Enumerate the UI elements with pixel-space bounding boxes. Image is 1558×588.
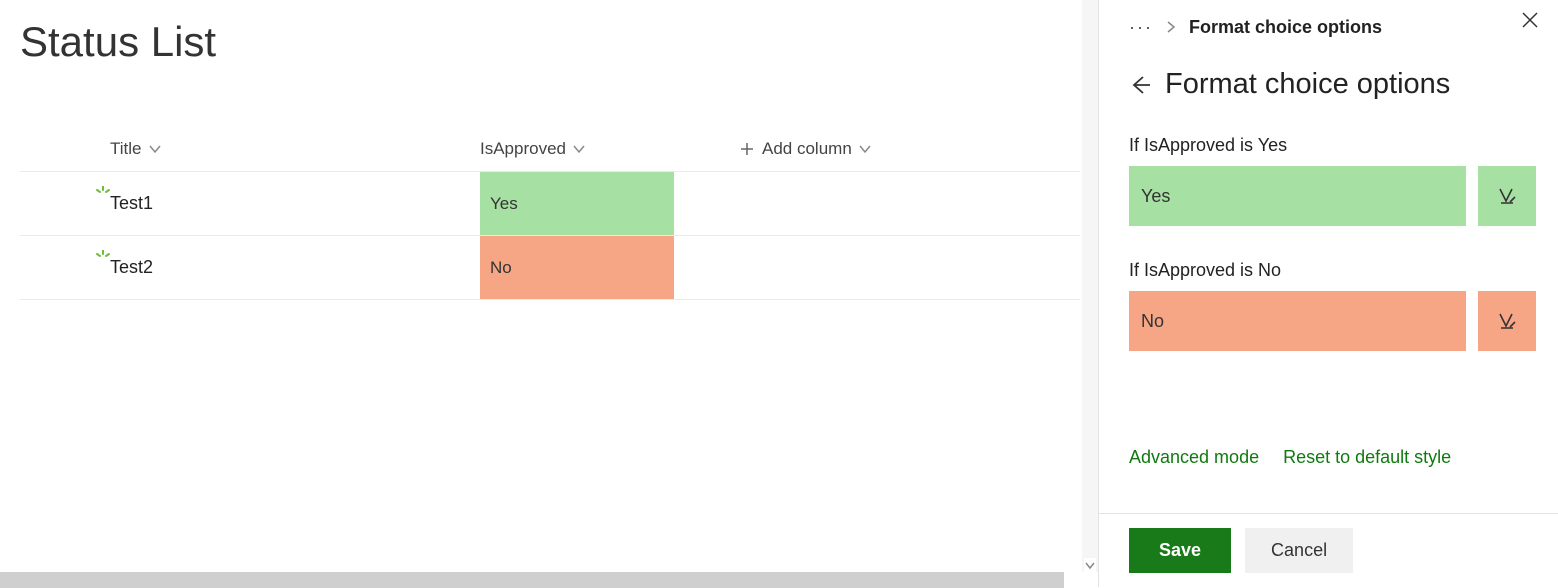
column-header-isapproved[interactable]: IsApproved (480, 139, 740, 159)
edit-icon (1496, 185, 1518, 207)
new-item-icon (96, 250, 110, 264)
panel-title: Format choice options (1165, 68, 1450, 101)
add-column-label: Add column (762, 139, 852, 159)
edit-style-no-button[interactable] (1478, 291, 1536, 351)
isapproved-value: No (490, 258, 512, 278)
swatch-yes: Yes (1129, 166, 1466, 226)
row-title: Test2 (110, 257, 153, 278)
horizontal-scrollbar[interactable] (0, 572, 1064, 588)
table-row[interactable]: Test2 No (20, 236, 1080, 300)
column-header-isapproved-label: IsApproved (480, 139, 566, 159)
rule-label-no: If IsApproved is No (1129, 260, 1536, 281)
panel-title-row: Format choice options (1129, 68, 1536, 101)
title-cell: Test2 (20, 236, 480, 299)
panel-footer: Save Cancel (1099, 513, 1558, 587)
row-title: Test1 (110, 193, 153, 214)
breadcrumb-ellipsis[interactable]: ··· (1129, 17, 1153, 38)
list-header-row: Title IsApproved Add column (20, 126, 1080, 172)
main-list-area: Status List Title IsApproved Add column (0, 0, 1098, 587)
isapproved-cell: No (480, 236, 674, 299)
swatch-no-value: No (1141, 311, 1164, 332)
chevron-down-icon (148, 142, 162, 156)
chevron-down-icon (858, 142, 872, 156)
isapproved-cell: Yes (480, 172, 674, 235)
new-item-icon (96, 186, 110, 200)
title-cell: Test1 (20, 172, 480, 235)
plus-icon (740, 142, 754, 156)
column-header-title-label: Title (110, 139, 142, 159)
breadcrumb: ··· Format choice options (1129, 10, 1536, 44)
breadcrumb-current: Format choice options (1189, 17, 1382, 38)
page-title: Status List (20, 18, 1098, 66)
list-table: Title IsApproved Add column (20, 126, 1080, 300)
rule-block-yes: If IsApproved is Yes Yes (1129, 135, 1536, 226)
swatch-yes-value: Yes (1141, 186, 1170, 207)
chevron-right-icon (1165, 21, 1177, 33)
add-column-button[interactable]: Add column (740, 139, 1000, 159)
format-panel: ··· Format choice options Format choice … (1098, 0, 1558, 587)
edit-icon (1496, 310, 1518, 332)
swatch-no: No (1129, 291, 1466, 351)
panel-links: Advanced mode Reset to default style (1129, 447, 1536, 468)
rule-block-no: If IsApproved is No No (1129, 260, 1536, 351)
vertical-scrollbar[interactable] (1082, 0, 1098, 572)
rule-label-yes: If IsApproved is Yes (1129, 135, 1536, 156)
scroll-down-arrow[interactable] (1084, 558, 1096, 572)
back-button[interactable] (1129, 74, 1151, 96)
column-header-title[interactable]: Title (20, 139, 480, 159)
save-button[interactable]: Save (1129, 528, 1231, 573)
isapproved-value: Yes (490, 194, 518, 214)
edit-style-yes-button[interactable] (1478, 166, 1536, 226)
close-button[interactable] (1520, 10, 1540, 30)
table-row[interactable]: Test1 Yes (20, 172, 1080, 236)
cancel-button[interactable]: Cancel (1245, 528, 1353, 573)
chevron-down-icon (572, 142, 586, 156)
advanced-mode-link[interactable]: Advanced mode (1129, 447, 1259, 468)
reset-style-link[interactable]: Reset to default style (1283, 447, 1451, 468)
